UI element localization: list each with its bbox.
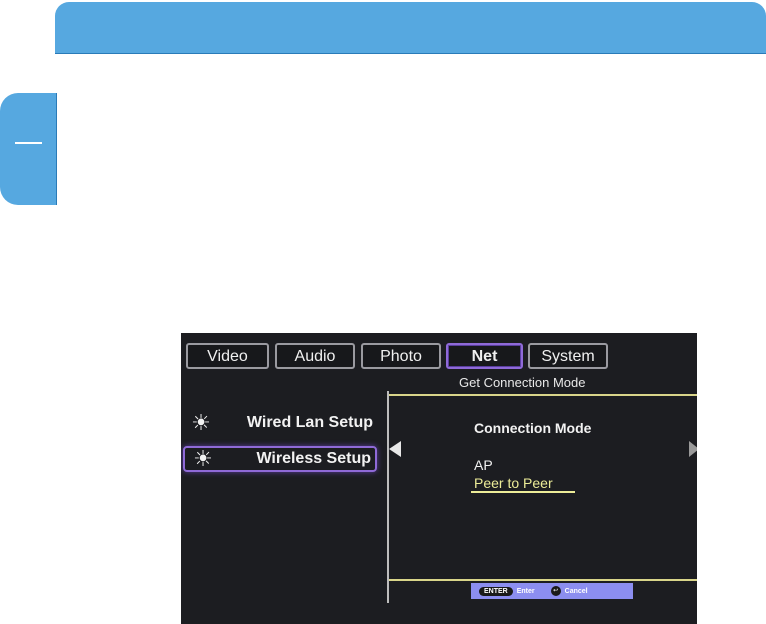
enter-key-icon: ENTER — [479, 586, 513, 596]
tab-net[interactable]: Net — [446, 343, 523, 369]
side-tab — [0, 93, 56, 205]
tab-photo[interactable]: Photo — [361, 343, 441, 369]
option-ap[interactable]: AP — [474, 457, 493, 473]
tab-system[interactable]: System — [528, 343, 608, 369]
arrow-right-icon[interactable] — [689, 441, 697, 457]
tv-screen: Video Audio Photo Net System Get Connect… — [181, 333, 697, 624]
tab-video[interactable]: Video — [186, 343, 269, 369]
connection-mode-label: Connection Mode — [474, 420, 592, 436]
menu-item-label: Wireless Setup — [256, 450, 371, 467]
menu-item-wired-lan-setup[interactable]: ☀ Wired Lan Setup — [183, 410, 377, 436]
bottom-divider — [389, 579, 697, 581]
banner-divider — [55, 53, 766, 54]
menu-item-wireless-setup[interactable]: ☀ Wireless Setup — [183, 446, 377, 472]
cancel-key-icon: ↩ — [550, 586, 561, 596]
option-peer-to-peer[interactable]: Peer to Peer — [474, 475, 553, 491]
arrow-left-icon[interactable] — [389, 441, 401, 457]
side-tab-divider — [56, 93, 57, 205]
menu-item-label: Wired Lan Setup — [246, 414, 373, 431]
top-banner — [55, 2, 766, 53]
tab-audio[interactable]: Audio — [275, 343, 355, 369]
sun-icon: ☀ — [191, 410, 211, 435]
dash-icon — [15, 142, 42, 144]
sun-icon: ☀ — [193, 446, 213, 471]
selection-underline — [471, 491, 575, 493]
top-divider — [389, 394, 697, 396]
panel-title: Get Connection Mode — [459, 375, 586, 390]
enter-hint: Enter — [516, 587, 535, 595]
cancel-hint: Cancel — [564, 587, 588, 595]
vertical-divider — [387, 391, 389, 603]
hint-bar: ENTER Enter ↩ Cancel — [471, 583, 633, 599]
